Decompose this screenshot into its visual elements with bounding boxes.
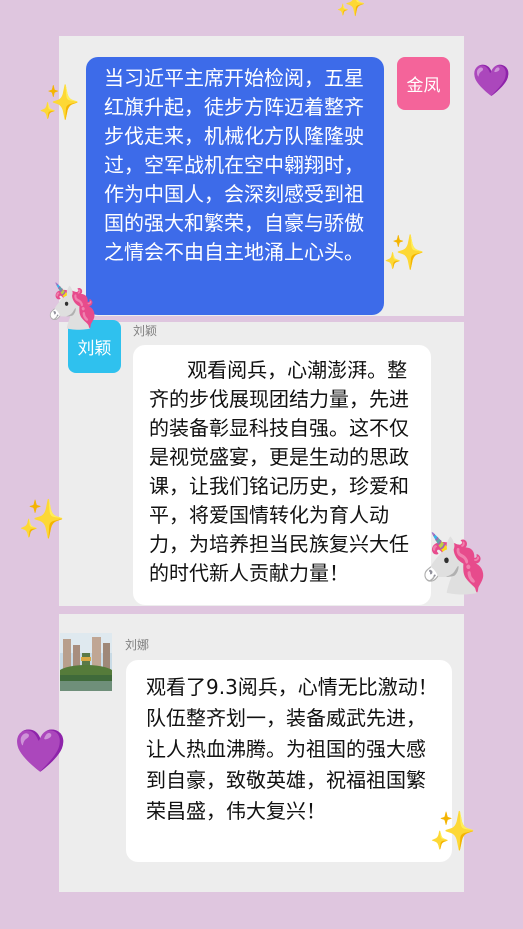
message-bubble-jinfeng[interactable]: 当习近平主席开始检阅，五星红旗升起，徒步方阵迈着整齐步伐走来，机械化方队隆隆驶过… bbox=[86, 57, 384, 315]
sparkle-decoration-left-top: ✨ bbox=[38, 83, 81, 123]
avatar-photo-image bbox=[60, 633, 112, 691]
sparkle-decoration-top: ✨ bbox=[336, 0, 366, 18]
unicorn-decoration-left: 🦄 bbox=[45, 281, 100, 332]
avatar-jinfeng[interactable]: 金凤 bbox=[397, 57, 450, 110]
message-bubble-liuna[interactable]: 观看了9.3阅兵，心情无比激动！队伍整齐划一，装备威武先进，让人热血沸腾。为祖国… bbox=[126, 660, 452, 862]
sparkle-decoration-right-bottom: ✨ bbox=[429, 809, 477, 853]
sender-name-liuying: 刘颖 bbox=[133, 324, 158, 338]
avatar-liuna[interactable] bbox=[60, 633, 112, 691]
heart-decoration-left-bottom: 💜 bbox=[14, 726, 67, 775]
sparkle-decoration-right-mid: ✨ bbox=[383, 233, 426, 273]
unicorn-decoration-right: 🦄 bbox=[418, 529, 491, 597]
sparkle-decoration-left-mid: ✨ bbox=[18, 497, 66, 541]
message-bubble-liuying[interactable]: 观看阅兵，心潮澎湃。整齐的步伐展现团结力量，先进的装备彰显科技自强。这不仅是视觉… bbox=[133, 345, 431, 605]
heart-decoration-right-top: 💜 bbox=[472, 63, 511, 99]
sender-name-liuna: 刘娜 bbox=[125, 638, 150, 652]
